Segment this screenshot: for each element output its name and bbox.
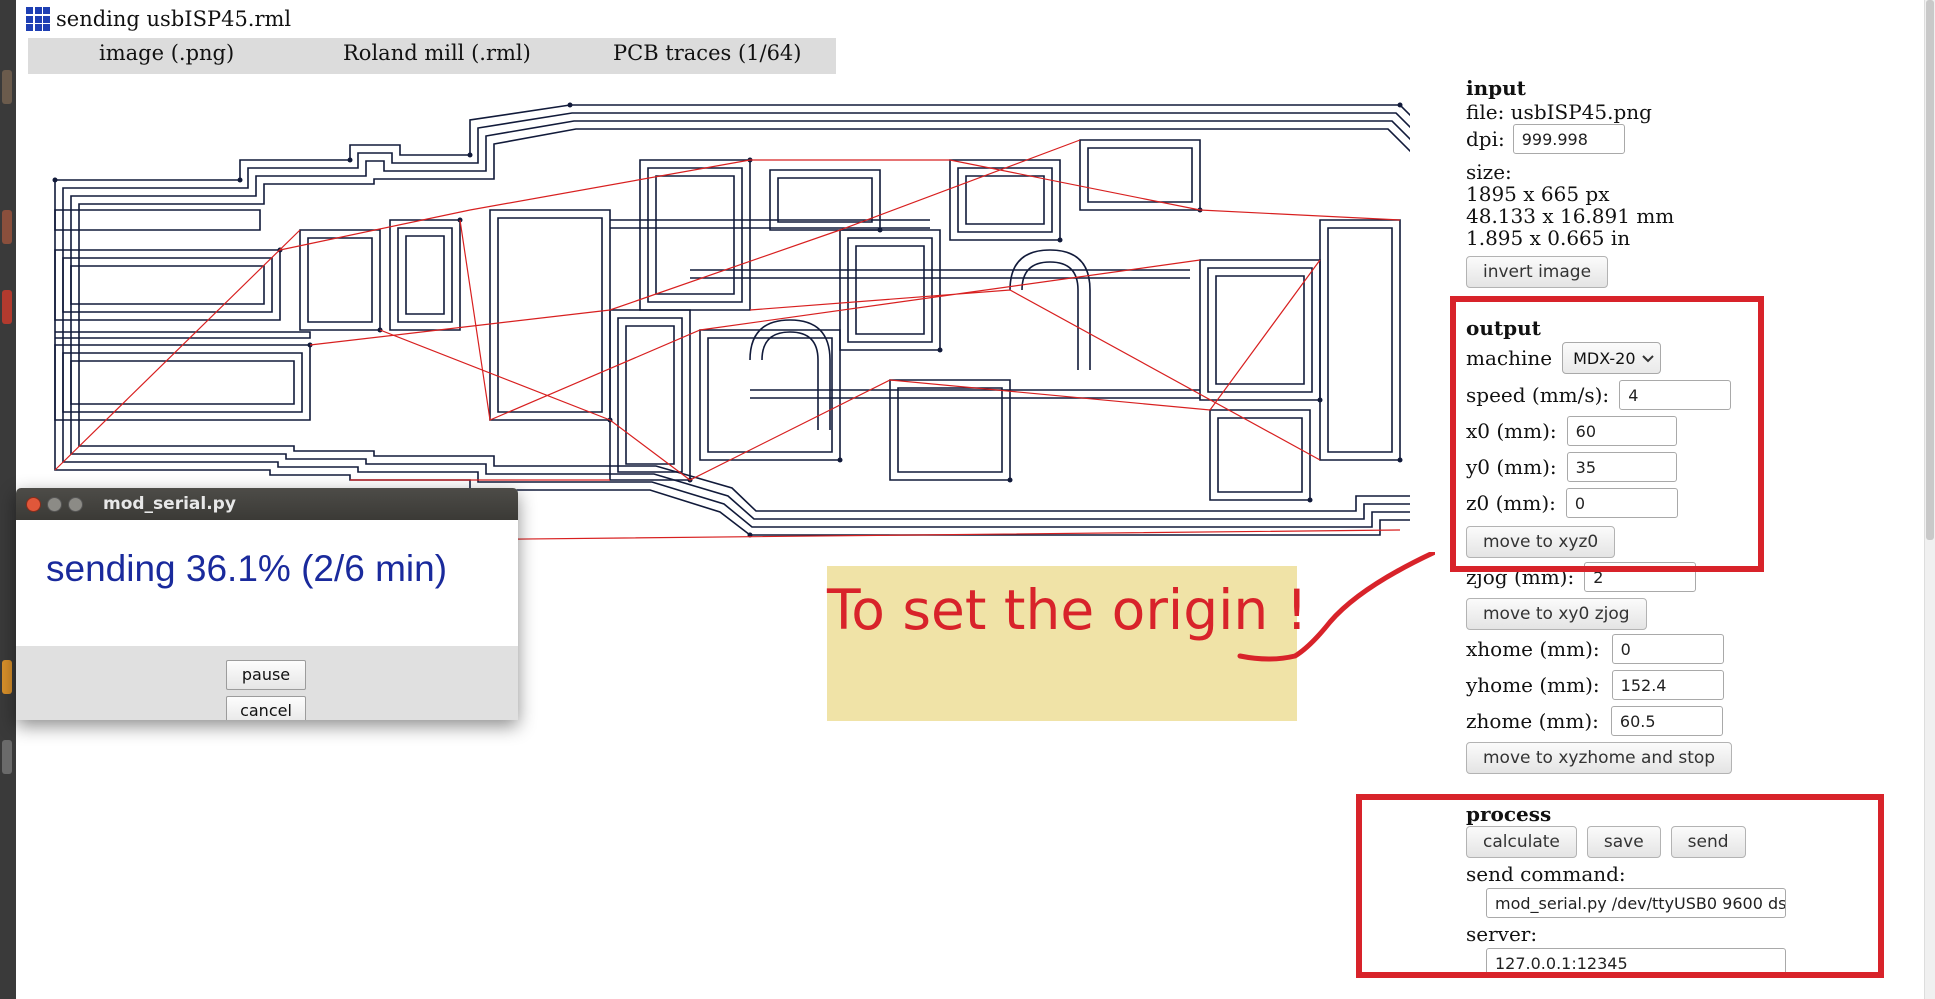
trace-island-m	[1319, 219, 1401, 461]
input-file-label: file: usbISP45.png	[1466, 100, 1652, 124]
launcher-icon[interactable]	[2, 740, 12, 774]
highlight-box-process	[1356, 794, 1884, 978]
trace-island-k	[889, 379, 1011, 481]
launcher-icon[interactable]	[2, 290, 12, 324]
trace-island-f	[839, 229, 941, 351]
os-launcher-bar	[0, 0, 16, 999]
yhome-input[interactable]: 152.4	[1611, 670, 1724, 700]
trace-pad-2b	[62, 352, 303, 413]
invert-image-button[interactable]: invert image	[1466, 256, 1609, 288]
mod-serial-dialog: mod_serial.py sending 36.1% (2/6 min) pa…	[16, 488, 518, 720]
highlight-box-output	[1450, 296, 1764, 572]
trace-pad-2	[54, 344, 311, 421]
dpi-input[interactable]: 999.998	[1512, 124, 1625, 154]
pcb-toolpath-preview	[52, 102, 1410, 540]
xhome-input[interactable]: 0	[1611, 634, 1724, 664]
trace-pad-4	[55, 331, 311, 339]
launcher-icon[interactable]	[2, 70, 12, 104]
toolpath-rapid-moves	[54, 139, 1401, 540]
scrollbar-thumb[interactable]	[1926, 0, 1934, 540]
input-heading: input	[1466, 76, 1526, 100]
trace-island-d	[639, 159, 751, 311]
trace-island-b	[389, 219, 461, 331]
trace-island-n	[1209, 409, 1311, 501]
zhome-input[interactable]: 60.5	[1610, 706, 1723, 736]
trace-u-shapes	[749, 249, 1091, 430]
cancel-button[interactable]: cancel	[226, 696, 306, 720]
trace-island-j	[1079, 139, 1201, 211]
launcher-icon[interactable]	[2, 210, 12, 244]
dialog-title: mod_serial.py	[103, 494, 236, 514]
size-mm: 48.133 x 16.891 mm	[1466, 204, 1675, 228]
size-in: 1.895 x 0.665 in	[1466, 226, 1631, 250]
dialog-title-bar: mod_serial.py	[16, 488, 518, 520]
page-scrollbar[interactable]	[1924, 0, 1935, 999]
trace-island-i	[949, 159, 1061, 241]
window-title: sending usbISP45.rml	[56, 7, 292, 31]
sending-status-text: sending 36.1% (2/6 min)	[46, 548, 448, 589]
trace-island-c	[489, 209, 611, 421]
launcher-icon[interactable]	[2, 660, 12, 694]
trace-island-g	[609, 309, 691, 481]
dpi-label: dpi:	[1466, 127, 1505, 151]
dialog-button-area: pause cancel	[16, 646, 518, 720]
app-grid-icon	[26, 7, 50, 31]
trace-pad-1	[54, 249, 281, 321]
maximize-icon[interactable]	[68, 496, 83, 512]
size-label: size:	[1466, 160, 1512, 184]
xhome-label: xhome (mm):	[1466, 637, 1600, 661]
move-to-home-button[interactable]: move to xyzhome and stop	[1466, 742, 1733, 774]
menu-item-pcb-traces[interactable]: PCB traces (1/64)	[613, 41, 802, 65]
menu-item-roland-mill[interactable]: Roland mill (.rml)	[343, 41, 531, 65]
minimize-icon[interactable]	[47, 496, 62, 512]
size-px: 1895 x 665 px	[1466, 182, 1610, 206]
trace-pad-2c	[70, 360, 295, 405]
pause-button[interactable]: pause	[226, 660, 306, 690]
menu-bar: image (.png) Roland mill (.rml) PCB trac…	[28, 38, 836, 74]
annotation-arrow	[1237, 552, 1435, 662]
trace-pad-1c	[70, 265, 265, 305]
move-to-xy0-zjog-button[interactable]: move to xy0 zjog	[1466, 598, 1647, 630]
menu-item-image[interactable]: image (.png)	[99, 41, 234, 65]
close-icon[interactable]	[26, 496, 41, 512]
zhome-label: zhome (mm):	[1466, 709, 1599, 733]
yhome-label: yhome (mm):	[1466, 673, 1600, 697]
trace-island-l	[1199, 259, 1321, 401]
annotation-note: To set the origin !	[827, 566, 1308, 721]
trace-island-a	[299, 229, 381, 331]
window-title-bar: sending usbISP45.rml	[26, 7, 291, 31]
trace-pad-3	[54, 209, 261, 231]
